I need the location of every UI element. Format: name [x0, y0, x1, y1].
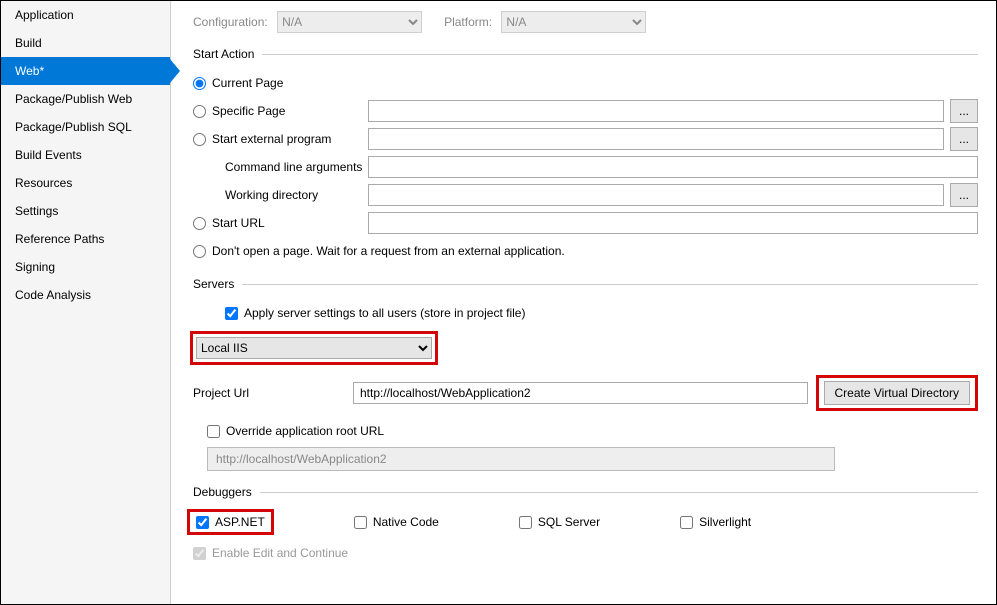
specific-page-browse-button[interactable]: ...	[950, 99, 978, 123]
start-url-label: Start URL	[212, 216, 265, 230]
native-code-label: Native Code	[373, 515, 439, 529]
start-action-title: Start Action	[193, 47, 262, 61]
working-dir-browse-button[interactable]: ...	[950, 183, 978, 207]
external-program-radio[interactable]	[193, 133, 206, 146]
aspnet-checkbox[interactable]	[196, 516, 209, 529]
configuration-label: Configuration:	[193, 15, 268, 29]
sidebar-item-pkg-web[interactable]: Package/Publish Web	[1, 85, 170, 113]
apply-settings-label: Apply server settings to all users (stor…	[244, 306, 525, 320]
external-program-browse-button[interactable]: ...	[950, 127, 978, 151]
cmd-args-label: Command line arguments	[225, 160, 368, 174]
dont-open-radio[interactable]	[193, 245, 206, 258]
sql-server-checkbox[interactable]	[519, 516, 532, 529]
sidebar-item-ref-paths[interactable]: Reference Paths	[1, 225, 170, 253]
working-dir-label: Working directory	[225, 188, 368, 202]
sql-server-label: SQL Server	[538, 515, 600, 529]
ellipsis-icon: ...	[959, 188, 969, 202]
sidebar-item-signing[interactable]: Signing	[1, 253, 170, 281]
native-code-checkbox[interactable]	[354, 516, 367, 529]
sidebar-item-build-events[interactable]: Build Events	[1, 141, 170, 169]
start-action-header: Start Action	[193, 47, 978, 61]
sidebar-item-application[interactable]: Application	[1, 1, 170, 29]
sidebar-item-pkg-sql[interactable]: Package/Publish SQL	[1, 113, 170, 141]
aspnet-highlight: ASP.NET	[187, 509, 274, 535]
current-page-radio[interactable]	[193, 77, 206, 90]
specific-page-radio[interactable]	[193, 105, 206, 118]
server-type-select[interactable]: Local IIS	[196, 337, 432, 359]
platform-select[interactable]: N/A	[501, 11, 646, 33]
override-root-checkbox[interactable]	[207, 425, 220, 438]
current-page-label: Current Page	[212, 76, 283, 90]
ellipsis-icon: ...	[959, 132, 969, 146]
specific-page-input[interactable]	[368, 100, 944, 122]
ellipsis-icon: ...	[959, 104, 969, 118]
start-url-input[interactable]	[368, 212, 978, 234]
sidebar-item-web[interactable]: Web*	[1, 57, 170, 85]
sidebar-item-build[interactable]: Build	[1, 29, 170, 57]
server-select-highlight: Local IIS	[190, 331, 438, 365]
override-root-label: Override application root URL	[226, 424, 384, 438]
working-dir-input[interactable]	[368, 184, 944, 206]
apply-settings-checkbox[interactable]	[225, 307, 238, 320]
platform-label: Platform:	[444, 15, 492, 29]
config-row: Configuration: N/A Platform: N/A	[193, 11, 978, 33]
sidebar-item-settings[interactable]: Settings	[1, 197, 170, 225]
create-vd-highlight: Create Virtual Directory	[816, 375, 979, 411]
enable-edit-checkbox	[193, 547, 206, 560]
cmd-args-input[interactable]	[368, 156, 978, 178]
silverlight-checkbox[interactable]	[680, 516, 693, 529]
servers-title: Servers	[193, 277, 242, 291]
silverlight-label: Silverlight	[699, 515, 751, 529]
enable-edit-label: Enable Edit and Continue	[212, 546, 348, 560]
debuggers-title: Debuggers	[193, 485, 260, 499]
project-url-label: Project Url	[193, 386, 353, 400]
servers-header: Servers	[193, 277, 978, 291]
sidebar-item-resources[interactable]: Resources	[1, 169, 170, 197]
external-program-label: Start external program	[212, 132, 331, 146]
sidebar-nav: Application Build Web* Package/Publish W…	[1, 1, 171, 604]
dont-open-label: Don't open a page. Wait for a request fr…	[212, 244, 565, 258]
configuration-select[interactable]: N/A	[277, 11, 422, 33]
sidebar-item-code-analysis[interactable]: Code Analysis	[1, 281, 170, 309]
override-root-input	[207, 447, 835, 471]
aspnet-label: ASP.NET	[215, 515, 265, 529]
start-url-radio[interactable]	[193, 217, 206, 230]
create-virtual-directory-button[interactable]: Create Virtual Directory	[824, 381, 971, 405]
specific-page-label: Specific Page	[212, 104, 285, 118]
project-url-input[interactable]	[353, 382, 808, 404]
debuggers-header: Debuggers	[193, 485, 978, 499]
external-program-input[interactable]	[368, 128, 944, 150]
main-panel: Configuration: N/A Platform: N/A Start A…	[171, 1, 996, 604]
